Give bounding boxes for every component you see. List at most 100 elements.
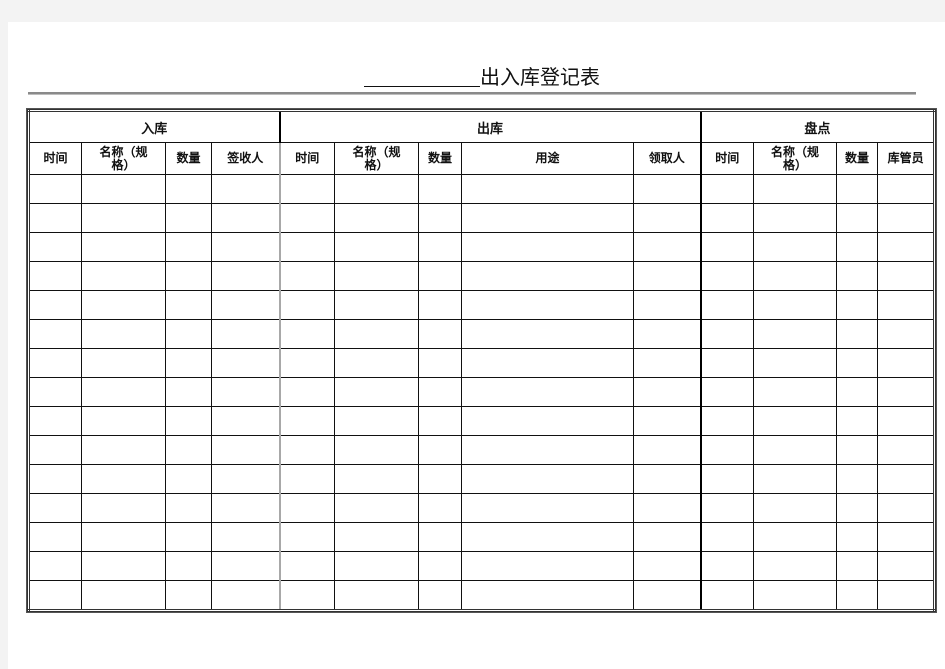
table-cell[interactable] xyxy=(418,493,463,523)
table-cell[interactable] xyxy=(28,232,82,262)
table-cell[interactable] xyxy=(699,580,755,611)
table-cell[interactable] xyxy=(278,290,336,320)
table-cell[interactable] xyxy=(877,290,936,320)
table-cell[interactable] xyxy=(633,232,702,262)
table-cell[interactable] xyxy=(461,377,635,407)
table-cell[interactable] xyxy=(81,174,166,204)
table-cell[interactable] xyxy=(753,290,838,320)
table-cell[interactable] xyxy=(418,203,463,233)
table-cell[interactable] xyxy=(699,435,755,465)
table-cell[interactable] xyxy=(633,319,702,349)
table-cell[interactable] xyxy=(210,348,281,378)
table-cell[interactable] xyxy=(81,377,166,407)
table-cell[interactable] xyxy=(418,464,463,494)
table-cell[interactable] xyxy=(461,203,635,233)
table-cell[interactable] xyxy=(699,551,755,581)
table-cell[interactable] xyxy=(334,435,420,465)
table-cell[interactable] xyxy=(699,464,755,494)
table-cell[interactable] xyxy=(418,580,463,611)
table-cell[interactable] xyxy=(633,406,702,436)
table-cell[interactable] xyxy=(877,435,936,465)
table-cell[interactable] xyxy=(334,493,420,523)
table-cell[interactable] xyxy=(753,551,838,581)
table-cell[interactable] xyxy=(418,551,463,581)
table-cell[interactable] xyxy=(699,348,755,378)
table-cell[interactable] xyxy=(210,174,281,204)
table-cell[interactable] xyxy=(81,435,166,465)
table-cell[interactable] xyxy=(418,261,463,291)
table-cell[interactable] xyxy=(165,464,212,494)
table-cell[interactable] xyxy=(81,580,166,611)
table-cell[interactable] xyxy=(165,551,212,581)
table-cell[interactable] xyxy=(165,377,212,407)
table-cell[interactable] xyxy=(28,290,82,320)
table-cell[interactable] xyxy=(418,377,463,407)
table-cell[interactable] xyxy=(877,406,936,436)
table-cell[interactable] xyxy=(877,174,936,204)
table-cell[interactable] xyxy=(81,319,166,349)
table-cell[interactable] xyxy=(210,435,281,465)
table-cell[interactable] xyxy=(81,261,166,291)
table-cell[interactable] xyxy=(278,464,336,494)
table-cell[interactable] xyxy=(81,522,166,552)
table-cell[interactable] xyxy=(28,551,82,581)
table-cell[interactable] xyxy=(278,174,336,204)
table-cell[interactable] xyxy=(334,290,420,320)
table-cell[interactable] xyxy=(278,493,336,523)
table-cell[interactable] xyxy=(278,551,336,581)
table-cell[interactable] xyxy=(278,580,336,611)
table-cell[interactable] xyxy=(836,580,879,611)
table-cell[interactable] xyxy=(753,522,838,552)
table-cell[interactable] xyxy=(877,348,936,378)
table-cell[interactable] xyxy=(81,203,166,233)
table-cell[interactable] xyxy=(633,580,702,611)
table-cell[interactable] xyxy=(699,406,755,436)
table-cell[interactable] xyxy=(28,261,82,291)
table-cell[interactable] xyxy=(165,406,212,436)
table-cell[interactable] xyxy=(633,290,702,320)
table-cell[interactable] xyxy=(28,522,82,552)
table-cell[interactable] xyxy=(877,464,936,494)
table-cell[interactable] xyxy=(278,348,336,378)
table-cell[interactable] xyxy=(836,319,879,349)
table-cell[interactable] xyxy=(753,232,838,262)
table-cell[interactable] xyxy=(278,232,336,262)
table-cell[interactable] xyxy=(334,174,420,204)
table-cell[interactable] xyxy=(461,319,635,349)
table-cell[interactable] xyxy=(461,435,635,465)
table-cell[interactable] xyxy=(877,580,936,611)
table-cell[interactable] xyxy=(633,551,702,581)
table-cell[interactable] xyxy=(278,319,336,349)
table-cell[interactable] xyxy=(334,261,420,291)
table-cell[interactable] xyxy=(210,493,281,523)
table-cell[interactable] xyxy=(28,377,82,407)
table-cell[interactable] xyxy=(418,348,463,378)
table-cell[interactable] xyxy=(165,174,212,204)
table-cell[interactable] xyxy=(418,435,463,465)
table-cell[interactable] xyxy=(461,406,635,436)
table-cell[interactable] xyxy=(877,551,936,581)
table-cell[interactable] xyxy=(278,522,336,552)
table-cell[interactable] xyxy=(753,493,838,523)
table-cell[interactable] xyxy=(418,290,463,320)
table-cell[interactable] xyxy=(753,580,838,611)
table-cell[interactable] xyxy=(753,261,838,291)
table-cell[interactable] xyxy=(699,290,755,320)
table-cell[interactable] xyxy=(418,522,463,552)
table-cell[interactable] xyxy=(699,522,755,552)
table-cell[interactable] xyxy=(753,174,838,204)
table-cell[interactable] xyxy=(699,377,755,407)
table-cell[interactable] xyxy=(461,348,635,378)
table-cell[interactable] xyxy=(28,348,82,378)
table-cell[interactable] xyxy=(165,319,212,349)
table-cell[interactable] xyxy=(81,348,166,378)
table-cell[interactable] xyxy=(461,174,635,204)
table-cell[interactable] xyxy=(28,319,82,349)
table-cell[interactable] xyxy=(461,580,635,611)
table-cell[interactable] xyxy=(165,290,212,320)
table-cell[interactable] xyxy=(461,493,635,523)
table-cell[interactable] xyxy=(28,174,82,204)
table-cell[interactable] xyxy=(81,493,166,523)
table-cell[interactable] xyxy=(836,377,879,407)
table-cell[interactable] xyxy=(334,551,420,581)
